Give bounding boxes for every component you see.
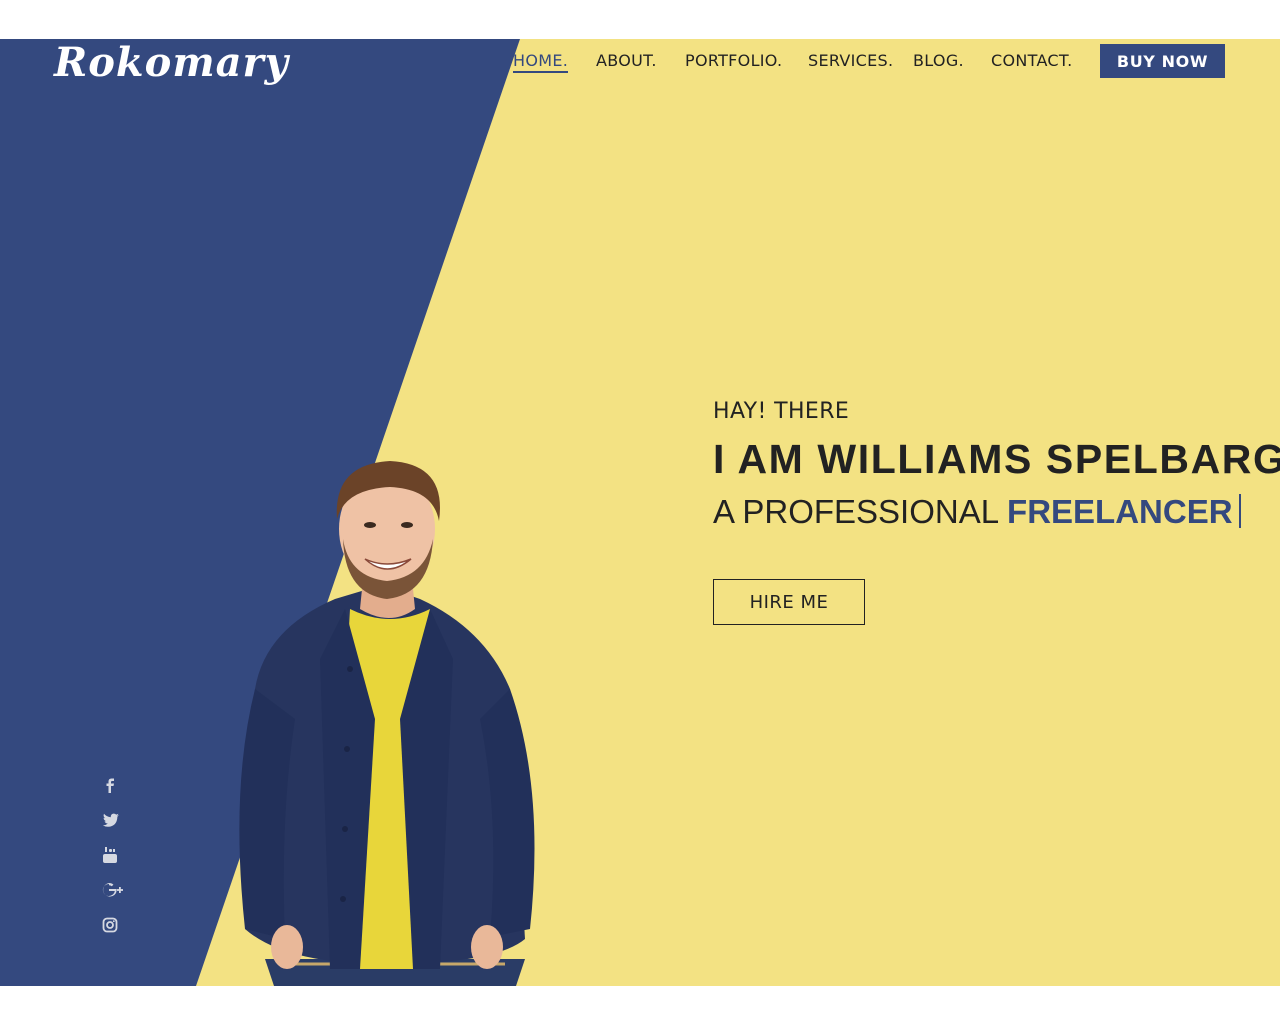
nav-item-blog[interactable]: BLOG.: [913, 51, 964, 70]
brand-logo[interactable]: Rokomary: [54, 39, 289, 86]
role-prefix: A PROFESSIONAL: [713, 493, 998, 530]
buy-now-button[interactable]: BUY NOW: [1100, 44, 1225, 78]
hero-role: A PROFESSIONAL FREELANCER: [713, 493, 1280, 531]
youtube-icon[interactable]: [102, 844, 128, 866]
hero-section: Rokomary HOME. ABOUT. PORTFOLIO. SERVICE…: [0, 39, 1280, 986]
role-highlight: FREELANCER: [1007, 493, 1233, 530]
google-plus-icon[interactable]: [102, 879, 128, 901]
hero-person-image: [239, 461, 535, 986]
twitter-icon[interactable]: [102, 809, 128, 831]
instagram-icon[interactable]: [102, 914, 128, 936]
nav-item-portfolio[interactable]: PORTFOLIO.: [685, 51, 782, 70]
hero-greeting: HAY! THERE: [713, 399, 850, 424]
hero-name: I AM WILLIAMS SPELBARG,: [713, 436, 1280, 482]
hero-text: HAY! THERE I AM WILLIAMS SPELBARG, A PRO…: [713, 399, 1280, 531]
hire-me-button[interactable]: HIRE ME: [713, 579, 865, 625]
nav-item-services[interactable]: SERVICES.: [808, 51, 893, 70]
facebook-icon[interactable]: [102, 774, 128, 796]
nav-item-about[interactable]: ABOUT.: [596, 51, 657, 70]
nav-item-home[interactable]: HOME.: [513, 51, 569, 73]
typing-cursor: [1238, 494, 1241, 528]
nav-item-contact[interactable]: CONTACT.: [991, 51, 1072, 70]
